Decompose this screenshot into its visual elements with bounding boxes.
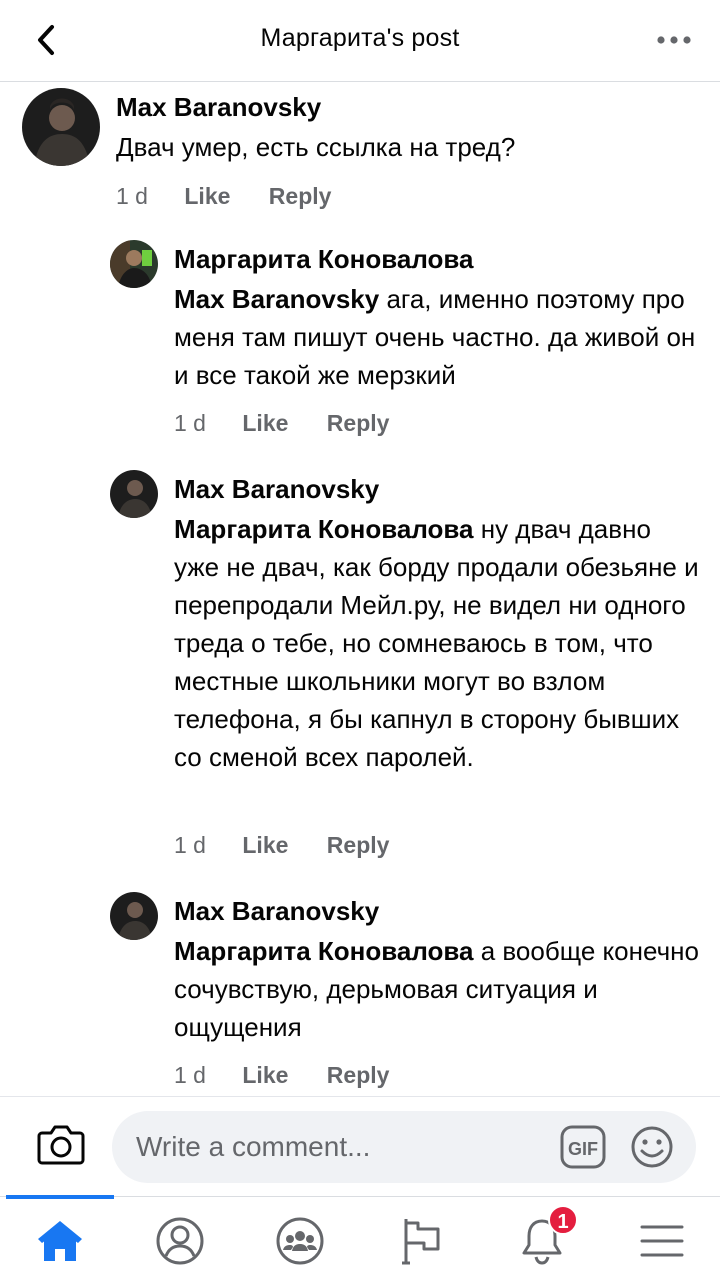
reply-comment: Max Baranovsky Маргарита Коновалова ну д… — [0, 470, 720, 870]
comment-text: Max Baranovsky ага, именно поэтому про м… — [174, 280, 700, 394]
avatar[interactable] — [22, 88, 100, 166]
comment-text: Маргарита Коновалова а вообще конечно со… — [174, 932, 700, 1046]
pages-flag-icon — [402, 1219, 440, 1265]
reply-button[interactable]: Reply — [327, 832, 390, 859]
comment-author[interactable]: Max Baranovsky — [174, 474, 379, 505]
like-button[interactable]: Like — [242, 1062, 288, 1089]
avatar[interactable] — [110, 240, 158, 288]
like-button[interactable]: Like — [242, 832, 288, 859]
comment-text: Двач умер, есть ссылка на тред? — [116, 128, 696, 166]
mention-link[interactable]: Max Baranovsky — [174, 284, 379, 314]
nav-menu[interactable] — [636, 1215, 688, 1267]
more-horizontal-icon — [657, 36, 691, 44]
reply-button[interactable]: Reply — [327, 410, 390, 437]
nav-groups[interactable] — [274, 1215, 326, 1267]
comment-body: ну двач давно уже не двач, как борду про… — [174, 514, 699, 772]
nav-profile[interactable] — [154, 1215, 206, 1267]
page-title: Маргарита's post — [260, 24, 460, 52]
comment-time: 1 d — [174, 410, 206, 436]
comment-input[interactable]: Write a comment... GIF — [112, 1111, 696, 1183]
comment-time: 1 d — [174, 832, 206, 858]
comment-composer: Write a comment... GIF — [0, 1096, 720, 1196]
comment-time: 1 d — [116, 183, 148, 209]
reply-button[interactable]: Reply — [269, 183, 332, 210]
reply-button[interactable]: Reply — [327, 1062, 390, 1089]
gif-button[interactable]: GIF — [560, 1125, 606, 1169]
gif-label: GIF — [568, 1139, 598, 1159]
reply-comment: Маргарита Коновалова Max Baranovsky ага,… — [0, 240, 720, 450]
active-tab-indicator — [6, 1195, 114, 1199]
gif-icon: GIF — [560, 1125, 606, 1169]
bottom-navigation: 1 — [0, 1195, 720, 1280]
avatar[interactable] — [110, 470, 158, 518]
comment-time: 1 d — [174, 1062, 206, 1088]
like-button[interactable]: Like — [184, 183, 230, 210]
profile-icon — [156, 1217, 204, 1265]
comment-body: Двач умер, есть ссылка на тред? — [116, 132, 516, 162]
nav-home[interactable] — [34, 1215, 86, 1267]
mention-link[interactable]: Маргарита Коновалова — [174, 514, 473, 544]
menu-icon — [640, 1225, 684, 1257]
comment-meta: 1 d Like Reply — [116, 183, 363, 210]
comment-author[interactable]: Max Baranovsky — [174, 896, 379, 927]
smile-icon — [631, 1126, 673, 1168]
comment-author[interactable]: Max Baranovsky — [116, 92, 321, 123]
nav-pages[interactable] — [396, 1215, 448, 1267]
avatar[interactable] — [110, 892, 158, 940]
reply-comment: Max Baranovsky Маргарита Коновалова а во… — [0, 892, 720, 1092]
more-options-button[interactable] — [654, 26, 694, 54]
comment: Max Baranovsky Двач умер, есть ссылка на… — [0, 86, 720, 226]
comment-meta: 1 d Like Reply — [174, 1062, 421, 1089]
home-icon — [38, 1221, 82, 1261]
comment-author[interactable]: Маргарита Коновалова — [174, 244, 473, 275]
comment-meta: 1 d Like Reply — [174, 832, 421, 859]
camera-icon — [37, 1125, 85, 1165]
comment-meta: 1 d Like Reply — [174, 410, 421, 437]
notification-badge: 1 — [548, 1205, 578, 1235]
emoji-button[interactable] — [630, 1125, 674, 1169]
comment-text: Маргарита Коновалова ну двач давно уже н… — [174, 510, 700, 776]
post-header: Маргарита's post — [0, 0, 720, 82]
mention-link[interactable]: Маргарита Коновалова — [174, 936, 473, 966]
comment-placeholder: Write a comment... — [136, 1131, 371, 1162]
camera-button[interactable] — [36, 1121, 86, 1167]
like-button[interactable]: Like — [242, 410, 288, 437]
groups-icon — [276, 1217, 324, 1265]
